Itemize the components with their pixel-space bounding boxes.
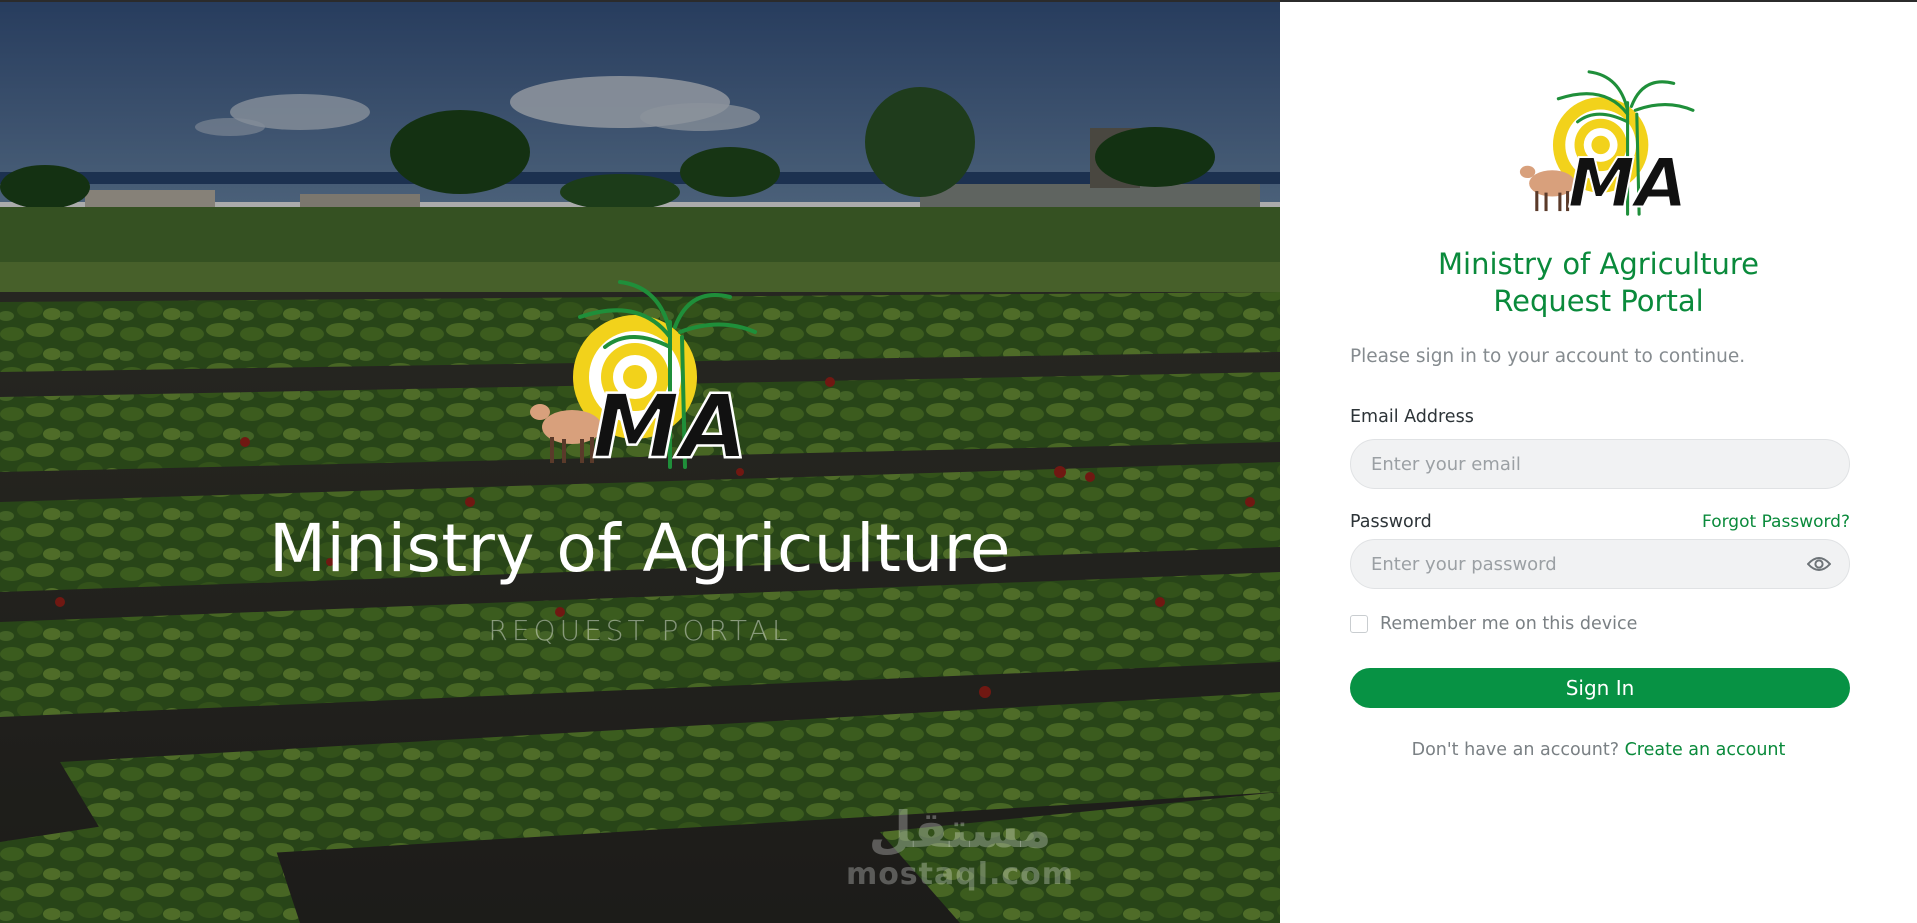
password-input[interactable] bbox=[1371, 540, 1791, 588]
hero-subtitle: REQUEST PORTAL bbox=[488, 614, 792, 647]
sign-in-panel: MA Ministry of Agriculture Request Porta… bbox=[1280, 2, 1917, 923]
remember-me-label: Remember me on this device bbox=[1380, 614, 1638, 634]
portal-title-line2: Request Portal bbox=[1493, 284, 1704, 318]
watermark-latin: mostaql.com bbox=[845, 857, 1075, 892]
ma-logo: MA bbox=[1519, 70, 1695, 218]
email-input[interactable] bbox=[1371, 440, 1791, 488]
watermark-arabic: مستقل bbox=[868, 801, 1052, 859]
create-account-link[interactable]: Create an account bbox=[1625, 740, 1786, 760]
signup-prompt-text: Don't have an account? bbox=[1411, 740, 1619, 760]
portal-title-line1: Ministry of Agriculture bbox=[1438, 247, 1759, 281]
forgot-password-link[interactable]: Forgot Password? bbox=[1696, 512, 1850, 532]
remember-me-checkbox[interactable] bbox=[1350, 615, 1368, 633]
sign-in-button[interactable]: Sign In bbox=[1350, 668, 1850, 708]
portal-title: Ministry of Agriculture Request Portal bbox=[1280, 246, 1917, 320]
hero-title: Ministry of Agriculture bbox=[269, 510, 1011, 587]
eye-icon[interactable] bbox=[1807, 554, 1831, 574]
email-field-wrapper bbox=[1350, 439, 1850, 489]
email-label: Email Address bbox=[1350, 407, 1474, 427]
password-label: Password bbox=[1350, 512, 1432, 532]
hero-panel: MA Ministry of Agriculture REQUEST PORTA… bbox=[0, 2, 1280, 923]
signup-prompt: Don't have an account? Create an account bbox=[1280, 740, 1917, 760]
window-top-border bbox=[0, 0, 1917, 2]
svg-text:MA: MA bbox=[1568, 143, 1688, 218]
ma-logo: MA bbox=[530, 280, 757, 472]
sign-in-instructions: Please sign in to your account to contin… bbox=[1350, 346, 1746, 367]
watermark: مستقل mostaql.com bbox=[835, 802, 1085, 892]
svg-text:MA: MA bbox=[592, 375, 748, 472]
remember-me: Remember me on this device bbox=[1350, 614, 1637, 634]
password-field-wrapper bbox=[1350, 539, 1850, 589]
